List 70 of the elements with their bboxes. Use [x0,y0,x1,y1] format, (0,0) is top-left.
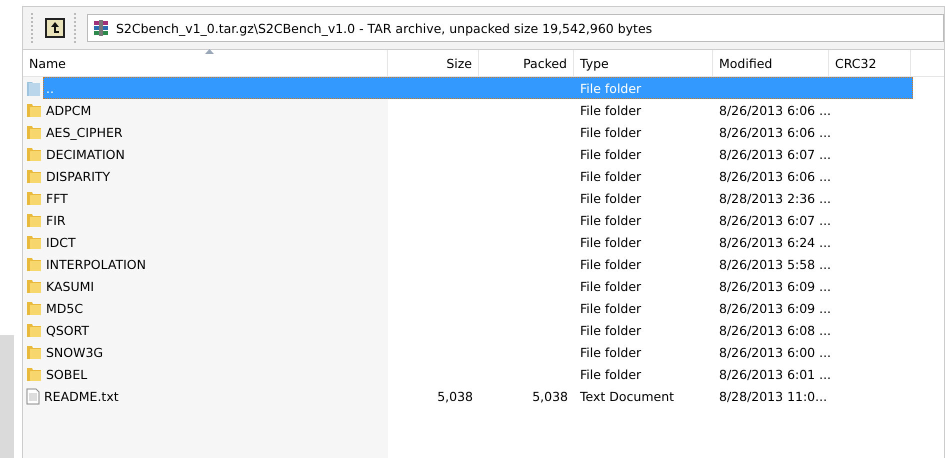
folder-icon [26,234,42,250]
modified-cell: 8/26/2013 6:07 ... [719,146,832,162]
modified-cell: 8/26/2013 6:06 ... [719,124,832,140]
type-cell: File folder [580,256,642,272]
modified-cell: 8/26/2013 6:06 ... [719,102,832,118]
column-header[interactable]: Size [388,50,479,76]
type-cell: File folder [580,168,642,184]
type-cell: File folder [580,366,642,382]
address-field[interactable]: S2Cbench_v1_0.tar.gz\S2CBench_v1.0 - TAR archive, unpacked size 19,542,960 bytes [87,14,944,42]
type-cell: File folder [580,80,642,96]
folder-icon [26,79,42,97]
modified-cell: 8/26/2013 6:07 ... [719,212,832,228]
type-cell: File folder [580,344,642,360]
folder-icon [26,102,42,118]
folder-icon [26,278,42,294]
type-cell: File folder [580,102,642,118]
folder-icon [26,300,42,316]
modified-cell: 8/28/2013 2:36 ... [719,190,832,206]
folder-icon [26,344,42,360]
modified-cell: 8/26/2013 6:01 ... [719,366,832,382]
file-name[interactable]: AES_CIPHER [46,124,123,140]
modified-cell: 8/26/2013 6:24 ... [719,234,832,250]
file-name[interactable]: README.txt [44,388,119,404]
type-cell: File folder [580,190,642,206]
modified-cell: 8/26/2013 5:58 ... [719,256,832,272]
column-header[interactable]: CRC32 [829,50,911,76]
column-header[interactable]: Modified [713,50,829,76]
file-name[interactable]: FIR [46,212,66,228]
sort-arrow-icon [205,49,214,54]
modified-cell: 8/26/2013 6:09 ... [719,300,832,316]
folder-icon [26,190,42,206]
size-cell: 5,038 [437,388,473,404]
document-icon [26,388,40,404]
type-cell: File folder [580,278,642,294]
type-cell: File folder [580,212,642,228]
file-name[interactable]: SNOW3G [46,344,104,360]
modified-cell: 8/26/2013 6:09 ... [719,278,832,294]
column-header[interactable]: Name [23,50,388,76]
packed-cell: 5,038 [532,388,568,404]
modified-cell: 8/28/2013 11:0... [719,388,828,404]
file-name[interactable]: KASUMI [46,278,94,294]
type-cell: Text Document [580,388,674,404]
file-name[interactable]: DECIMATION [46,146,125,162]
file-name[interactable]: DISPARITY [46,168,110,184]
folder-icon [26,124,42,140]
file-name[interactable]: QSORT [46,322,90,338]
folder-icon [26,366,42,382]
file-name[interactable]: SOBEL [46,366,88,382]
up-folder-button[interactable] [44,17,66,39]
type-cell: File folder [580,124,642,140]
file-name[interactable]: INTERPOLATION [46,256,146,272]
modified-cell: 8/26/2013 6:08 ... [719,322,832,338]
file-name[interactable]: FFT [46,190,68,206]
modified-cell: 8/26/2013 6:06 ... [719,168,832,184]
type-cell: File folder [580,146,642,162]
type-cell: File folder [580,234,642,250]
modified-cell: 8/26/2013 6:00 ... [719,344,832,360]
folder-icon [26,146,42,162]
type-cell: File folder [580,300,642,316]
folder-icon [26,212,42,228]
column-header[interactable]: Type [574,50,713,76]
type-cell: File folder [580,322,642,338]
folder-icon [26,256,42,272]
file-name[interactable]: ADPCM [46,102,92,118]
folder-icon [26,168,42,184]
file-name[interactable]: IDCT [46,234,76,250]
file-name[interactable]: MD5C [46,300,84,316]
column-header[interactable]: Packed [479,50,574,76]
archive-icon [92,19,110,37]
folder-icon [26,322,42,338]
